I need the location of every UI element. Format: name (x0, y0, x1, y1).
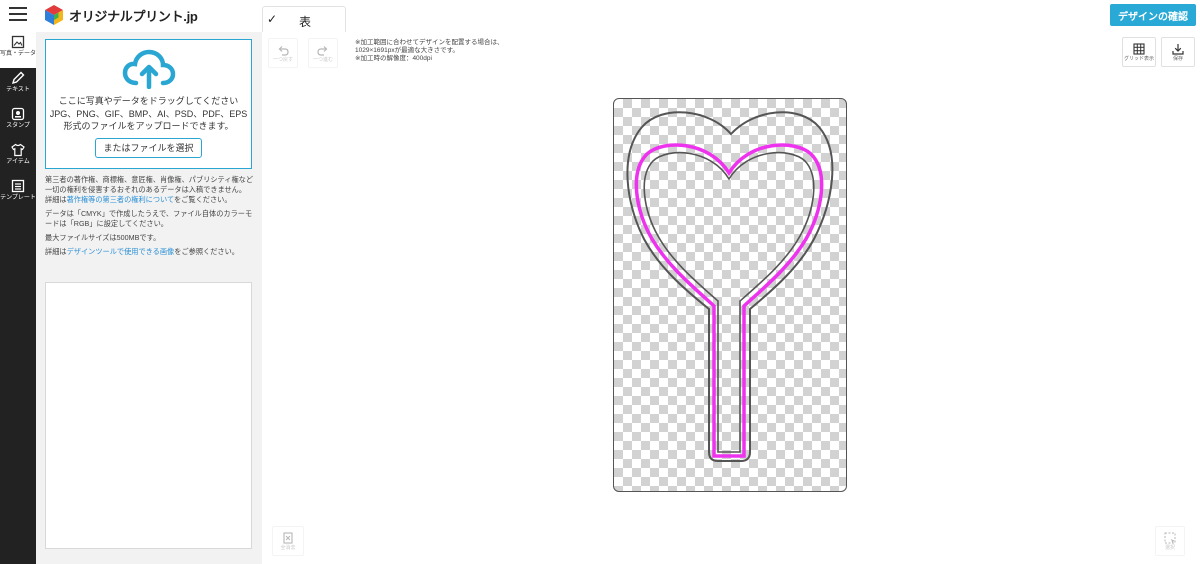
drop-line-1: ここに写真やデータをドラッグしてください (58, 96, 239, 106)
grid-label: グリッド表示 (1123, 56, 1154, 62)
upload-panel: ここに写真やデータをドラッグしてください JPG、PNG、GIF、BMP、AI、… (36, 32, 262, 564)
cube-logo-icon (45, 5, 63, 25)
rail-item-photo-data[interactable]: 写真・データ (0, 32, 36, 68)
file-dropzone[interactable]: ここに写真やデータをドラッグしてください JPG、PNG、GIF、BMP、AI、… (45, 39, 252, 169)
usable-images-link[interactable]: デザインツールで使用できる画像 (67, 247, 175, 256)
select-label: 選択 (1164, 545, 1175, 551)
tab-front-side[interactable]: ✓ 表 (262, 6, 346, 32)
delete-all-button[interactable]: 全消去 (272, 526, 304, 556)
undo-label: 一つ戻す (272, 57, 293, 63)
design-canvas-area: 一つ戻す 一つ進む ※加工範囲に合わせてデザインを配置する場合は、 1029×1… (262, 32, 1200, 564)
rights-note-suffix: をご覧ください。 (174, 195, 232, 204)
drop-line-3: 形式のファイルをアップロードできます。 (63, 121, 234, 131)
download-icon (1172, 44, 1184, 55)
checkmark-icon: ✓ (267, 12, 278, 26)
rail-item-template[interactable]: テンプレート (0, 176, 36, 212)
copyright-link[interactable]: 著作権等の第三者の権利について (67, 195, 174, 204)
delete-all-label: 全消去 (280, 545, 296, 551)
cut-line (634, 143, 824, 458)
grid-icon (1133, 43, 1145, 55)
select-tool-button[interactable]: 選択 (1155, 526, 1185, 556)
save-label: 保存 (1172, 56, 1183, 62)
print-area-hint: ※加工範囲に合わせてデザインを配置する場合は、 1029×1691pxが最適な大… (355, 39, 503, 63)
top-bar: オリジナルプリント.jp ✓ 表 デザインの確認 (0, 0, 1200, 32)
logo[interactable]: オリジナルプリント.jp (44, 4, 198, 26)
left-rail: 写真・データ テキスト スタンプ アイテム テンプレート (0, 32, 36, 564)
rights-note-prefix: 詳細は (45, 195, 67, 204)
template-icon (11, 179, 25, 193)
rail-label: 写真・データ (0, 51, 37, 57)
grid-toggle-button[interactable]: グリッド表示 (1122, 37, 1156, 67)
undo-button[interactable]: 一つ戻す (268, 38, 298, 68)
max-size-note: 最大ファイルサイズは500MBです。 (45, 233, 161, 242)
pencil-icon (11, 71, 25, 85)
rail-label: テンプレート (0, 195, 36, 201)
drop-line-2: JPG、PNG、GIF、BMP、AI、PSD、PDF、EPS (49, 108, 248, 119)
undo-icon (278, 46, 289, 56)
heart-fan-cut-outline (626, 111, 834, 462)
redo-label: 一つ進む (312, 57, 333, 63)
hint-line-1: ※加工範囲に合わせてデザインを配置する場合は、 (355, 39, 504, 46)
choose-file-button[interactable]: またはファイルを選択 (95, 137, 202, 158)
board-outline (626, 111, 834, 462)
rail-item-item[interactable]: アイテム (0, 140, 36, 176)
cloud-upload-icon (122, 49, 175, 89)
tab-front-label: 表 (299, 15, 312, 29)
rail-item-text[interactable]: テキスト (0, 68, 36, 104)
redo-icon (317, 46, 328, 56)
safe-area-outline (643, 151, 815, 453)
image-note-suffix: をご参照ください。 (174, 247, 239, 256)
rail-label: テキスト (6, 87, 30, 93)
save-button[interactable]: 保存 (1161, 37, 1195, 67)
dropzone-instructions: ここに写真やデータをドラッグしてください JPG、PNG、GIF、BMP、AI、… (46, 95, 251, 133)
tshirt-icon (11, 143, 25, 157)
rights-note: 第三者の著作権、商標権、意匠権、肖像権、パブリシティ権など一切の権利を侵害するお… (45, 175, 254, 194)
hint-line-3: ※加工時の解像度：400dpi (355, 55, 432, 62)
print-template-board[interactable] (613, 98, 847, 492)
stamp-icon (11, 107, 25, 121)
upload-notes: 第三者の著作権、商標権、意匠権、肖像権、パブリシティ権など一切の権利を侵害するお… (45, 175, 253, 261)
hint-line-2: 1029×1691pxが最適な大きさです。 (355, 47, 459, 54)
hamburger-menu-icon[interactable] (9, 7, 27, 21)
selection-icon (1164, 532, 1176, 544)
image-icon (11, 35, 25, 49)
logo-text: オリジナルプリント.jp (69, 8, 198, 24)
trash-icon (283, 532, 293, 544)
uploaded-files-list[interactable] (45, 282, 252, 549)
rail-label: スタンプ (6, 123, 30, 129)
color-mode-note: データは「CMYK」で作成したうえで、ファイル自体のカラーモードは「RGB」に設… (45, 209, 253, 228)
redo-button[interactable]: 一つ進む (308, 38, 338, 68)
rail-label: アイテム (6, 159, 30, 165)
rail-item-stamp[interactable]: スタンプ (0, 104, 36, 140)
confirm-design-button[interactable]: デザインの確認 (1110, 4, 1196, 26)
image-note-prefix: 詳細は (45, 247, 67, 256)
